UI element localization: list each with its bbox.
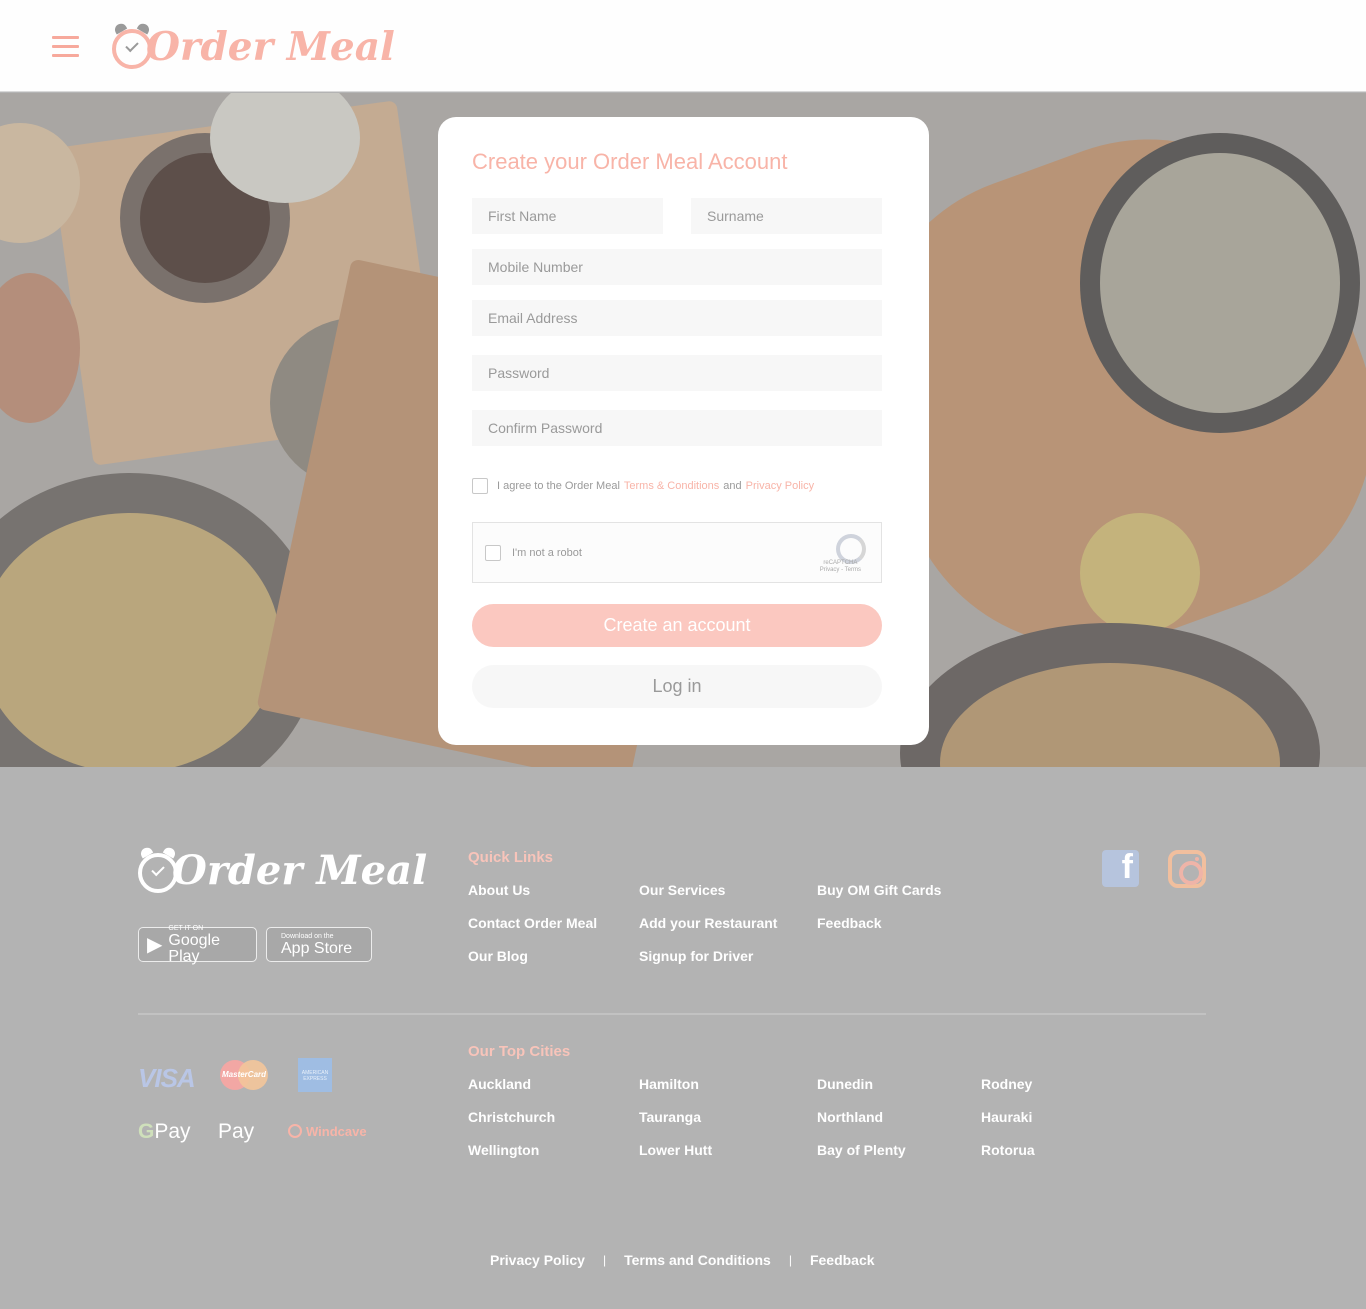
recaptcha-icon bbox=[833, 531, 866, 564]
footer: Order Meal ▶ GET IT ON Google Play Downl… bbox=[0, 767, 1366, 1309]
instagram-icon[interactable] bbox=[1168, 850, 1206, 888]
create-account-button[interactable]: Create an account bbox=[472, 604, 882, 647]
city-link-auckland[interactable]: Auckland bbox=[468, 1076, 531, 1092]
recaptcha-widget: I'm not a robot reCAPTCHA Privacy - Term… bbox=[472, 522, 882, 583]
google-play-icon: ▶ bbox=[147, 934, 163, 956]
google-pay-logo: GPay bbox=[138, 1120, 191, 1144]
quick-link-about-us[interactable]: About Us bbox=[468, 882, 530, 898]
quick-link-gift-cards[interactable]: Buy OM Gift Cards bbox=[817, 882, 941, 898]
city-link-rotorua[interactable]: Rotorua bbox=[981, 1142, 1035, 1158]
google-pay-text: Pay bbox=[154, 1120, 191, 1143]
city-link-wellington[interactable]: Wellington bbox=[468, 1142, 539, 1158]
google-g-icon: G bbox=[138, 1120, 155, 1143]
top-cities-title: Our Top Cities bbox=[468, 1043, 571, 1060]
quick-link-add-restaurant[interactable]: Add your Restaurant bbox=[639, 915, 777, 931]
terms-conditions-link[interactable]: Terms and Conditions bbox=[624, 1252, 771, 1268]
city-link-tauranga[interactable]: Tauranga bbox=[639, 1109, 701, 1125]
footer-bottom-links: Privacy Policy | Terms and Conditions | … bbox=[490, 1252, 875, 1268]
hamburger-icon[interactable] bbox=[52, 36, 80, 60]
city-link-northland[interactable]: Northland bbox=[817, 1109, 883, 1125]
terms-agreement: I agree to the Order Meal Terms & Condit… bbox=[472, 478, 814, 494]
feedback-link[interactable]: Feedback bbox=[810, 1252, 875, 1268]
order-meal-logo[interactable]: Order Meal bbox=[112, 22, 395, 72]
google-play-button[interactable]: ▶ GET IT ON Google Play bbox=[138, 925, 257, 965]
quick-link-blog[interactable]: Our Blog bbox=[468, 948, 528, 964]
city-link-lower-hutt[interactable]: Lower Hutt bbox=[639, 1142, 712, 1158]
separator: | bbox=[602, 1253, 607, 1267]
city-link-rodney[interactable]: Rodney bbox=[981, 1076, 1032, 1092]
top-header: Order Meal bbox=[0, 0, 1366, 92]
mobile-number-input[interactable] bbox=[472, 249, 882, 285]
agree-and-text: and bbox=[723, 480, 742, 492]
windcave-text: Windcave bbox=[306, 1124, 367, 1139]
agree-text: I agree to the Order Meal bbox=[497, 480, 620, 492]
recaptcha-brand: reCAPTCHA Privacy - Terms bbox=[820, 560, 861, 574]
terms-checkbox[interactable] bbox=[472, 478, 488, 494]
first-name-input[interactable] bbox=[472, 198, 663, 234]
app-store-big: App Store bbox=[281, 939, 353, 957]
clock-icon bbox=[138, 852, 178, 893]
surname-input[interactable] bbox=[691, 198, 882, 234]
mastercard-text: MasterCard bbox=[222, 1070, 267, 1079]
confirm-password-input[interactable] bbox=[472, 410, 882, 446]
quick-link-contact[interactable]: Contact Order Meal bbox=[468, 915, 597, 931]
password-input[interactable] bbox=[472, 355, 882, 391]
mastercard-logo: MasterCard bbox=[220, 1060, 268, 1090]
recaptcha-terms-text[interactable]: Privacy - Terms bbox=[820, 567, 861, 573]
city-link-hauraki[interactable]: Hauraki bbox=[981, 1109, 1032, 1125]
apple-pay-text: Pay bbox=[218, 1120, 255, 1143]
apple-pay-logo: Pay bbox=[218, 1120, 254, 1144]
clock-icon bbox=[112, 29, 152, 69]
email-input[interactable] bbox=[472, 300, 882, 336]
quick-link-signup-driver[interactable]: Signup for Driver bbox=[639, 948, 753, 964]
recaptcha-brand-text: reCAPTCHA bbox=[823, 560, 858, 566]
city-link-bay-of-plenty[interactable]: Bay of Plenty bbox=[817, 1142, 906, 1158]
google-play-big: Google Play bbox=[168, 931, 220, 965]
visa-logo: VISA bbox=[138, 1063, 196, 1093]
city-link-christchurch[interactable]: Christchurch bbox=[468, 1109, 555, 1125]
quick-link-feedback[interactable]: Feedback bbox=[817, 915, 882, 931]
city-link-dunedin[interactable]: Dunedin bbox=[817, 1076, 873, 1092]
privacy-link[interactable]: Privacy Policy bbox=[746, 480, 814, 492]
footer-divider bbox=[138, 1013, 1206, 1015]
signup-card: Create your Order Meal Account I agree t… bbox=[438, 117, 929, 745]
captcha-label: I'm not a robot bbox=[512, 547, 582, 559]
logo-text: Order Meal bbox=[146, 24, 395, 70]
footer-logo[interactable]: Order Meal bbox=[138, 847, 427, 894]
captcha-checkbox[interactable] bbox=[485, 545, 501, 561]
facebook-icon[interactable]: f bbox=[1102, 850, 1139, 887]
login-button[interactable]: Log in bbox=[472, 665, 882, 708]
amex-logo: AMERICAN EXPRESS bbox=[298, 1058, 332, 1092]
quick-link-services[interactable]: Our Services bbox=[639, 882, 725, 898]
signup-title: Create your Order Meal Account bbox=[472, 149, 788, 174]
windcave-logo: Windcave bbox=[288, 1124, 367, 1139]
privacy-policy-link[interactable]: Privacy Policy bbox=[490, 1252, 585, 1268]
quick-links-title: Quick Links bbox=[468, 849, 554, 866]
separator: | bbox=[788, 1253, 792, 1267]
windcave-icon bbox=[288, 1124, 302, 1138]
terms-link[interactable]: Terms & Conditions bbox=[624, 480, 719, 492]
city-link-hamilton[interactable]: Hamilton bbox=[639, 1076, 699, 1092]
footer-logo-text: Order Meal bbox=[172, 847, 428, 894]
app-store-button[interactable]: Download on the App Store bbox=[266, 927, 372, 962]
